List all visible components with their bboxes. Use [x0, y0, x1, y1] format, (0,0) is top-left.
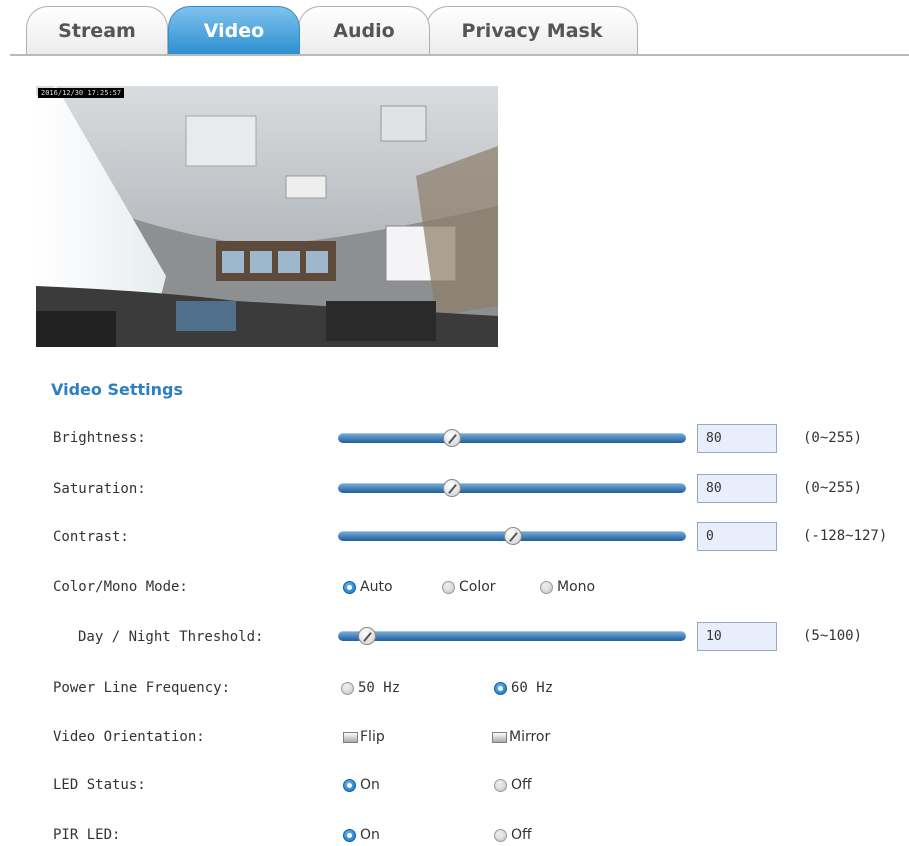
- settings-tabs: Stream Privacy Mask Audio Video: [0, 0, 909, 58]
- led-status-off-label: Off: [511, 777, 532, 793]
- power-line-50hz-option[interactable]: 50 Hz: [341, 677, 400, 699]
- color-mode-color-option[interactable]: Color: [442, 576, 496, 598]
- color-mode-auto-option[interactable]: Auto: [343, 576, 393, 598]
- mirror-option[interactable]: Mirror: [492, 726, 550, 748]
- saturation-input[interactable]: [697, 474, 777, 503]
- led-status-off-option[interactable]: Off: [494, 774, 532, 796]
- color-mode-mono-option[interactable]: Mono: [540, 576, 595, 598]
- slider-track: [338, 631, 686, 641]
- pir-led-label: PIR LED:: [53, 827, 121, 843]
- pir-led-off-label: Off: [511, 827, 532, 843]
- video-preview: 2016/12/30 17:25:57: [36, 86, 498, 347]
- contrast-slider[interactable]: [338, 525, 686, 547]
- tab-video[interactable]: Video: [168, 6, 300, 54]
- brightness-label: Brightness:: [53, 430, 146, 446]
- saturation-label: Saturation:: [53, 481, 146, 497]
- radio-icon[interactable]: [442, 580, 455, 594]
- color-mode-mono-label: Mono: [557, 579, 596, 595]
- tab-stream-label: Stream: [58, 19, 136, 42]
- tab-underline: [10, 54, 909, 56]
- threshold-slider[interactable]: [338, 625, 686, 647]
- tab-privacy-mask-label: Privacy Mask: [461, 19, 603, 42]
- mirror-checkbox[interactable]: [492, 731, 507, 743]
- pir-led-on-option[interactable]: On: [343, 824, 380, 846]
- color-mode-label: Color/Mono Mode:: [53, 579, 188, 595]
- radio-icon[interactable]: [343, 580, 356, 594]
- brightness-slider[interactable]: [338, 427, 686, 449]
- radio-icon[interactable]: [540, 580, 553, 594]
- preview-timestamp: 2016/12/30 17:25:57: [38, 88, 125, 98]
- radio-icon[interactable]: [494, 778, 507, 792]
- power-line-60hz-label: 60 Hz: [511, 680, 554, 696]
- section-title: Video Settings: [51, 380, 183, 399]
- flip-label: Flip: [360, 729, 385, 745]
- threshold-range: (5~100): [803, 628, 863, 644]
- slider-track: [338, 433, 686, 443]
- slider-handle[interactable]: [503, 527, 522, 545]
- tab-video-label: Video: [203, 19, 265, 42]
- slider-track: [338, 483, 686, 493]
- power-line-60hz-option[interactable]: 60 Hz: [494, 677, 553, 699]
- led-status-on-label: On: [360, 777, 380, 793]
- power-line-label: Power Line Frequency:: [53, 680, 231, 696]
- radio-icon[interactable]: [343, 778, 356, 792]
- saturation-range: (0~255): [803, 480, 863, 496]
- tab-privacy-mask[interactable]: Privacy Mask: [426, 6, 638, 54]
- orientation-label: Video Orientation:: [53, 729, 205, 745]
- preview-image: [36, 86, 498, 347]
- contrast-range: (-128~127): [803, 528, 888, 544]
- brightness-input[interactable]: [697, 424, 777, 453]
- led-status-label: LED Status:: [53, 777, 146, 793]
- contrast-label: Contrast:: [53, 529, 129, 545]
- brightness-range: (0~255): [803, 430, 863, 446]
- tab-audio-label: Audio: [333, 19, 395, 42]
- contrast-input[interactable]: [697, 522, 777, 551]
- mirror-label: Mirror: [509, 729, 551, 745]
- threshold-label: Day / Night Threshold:: [78, 629, 264, 645]
- saturation-slider[interactable]: [338, 477, 686, 499]
- slider-handle[interactable]: [358, 627, 377, 645]
- radio-icon[interactable]: [494, 828, 507, 842]
- radio-icon[interactable]: [494, 681, 507, 695]
- color-mode-color-label: Color: [459, 579, 496, 595]
- power-line-50hz-label: 50 Hz: [358, 680, 401, 696]
- slider-handle[interactable]: [442, 429, 461, 447]
- pir-led-on-label: On: [360, 827, 380, 843]
- threshold-input[interactable]: [697, 622, 777, 651]
- pir-led-off-option[interactable]: Off: [494, 824, 532, 846]
- radio-icon[interactable]: [341, 681, 354, 695]
- tab-audio[interactable]: Audio: [298, 6, 430, 54]
- slider-handle[interactable]: [442, 479, 461, 497]
- tab-stream[interactable]: Stream: [26, 6, 168, 54]
- radio-icon[interactable]: [343, 828, 356, 842]
- color-mode-auto-label: Auto: [360, 579, 393, 595]
- flip-checkbox[interactable]: [343, 731, 358, 743]
- led-status-on-option[interactable]: On: [343, 774, 380, 796]
- flip-option[interactable]: Flip: [343, 726, 385, 748]
